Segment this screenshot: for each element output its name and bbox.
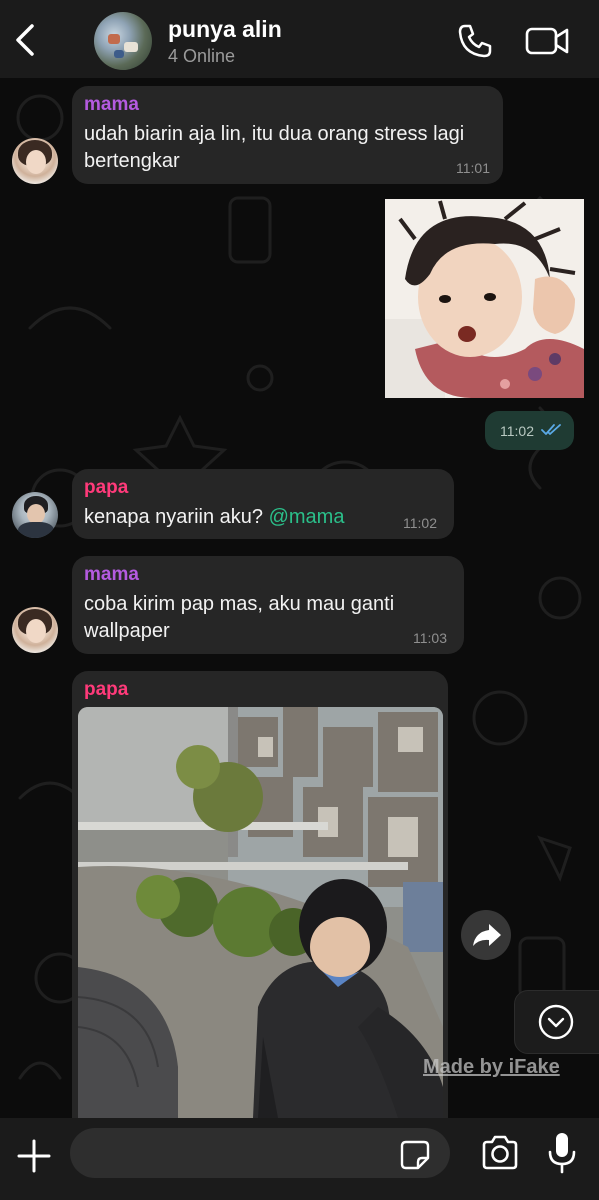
message-input[interactable]	[70, 1128, 450, 1178]
forward-icon	[473, 924, 501, 946]
voice-message-button[interactable]	[546, 1130, 578, 1176]
avatar-body	[18, 522, 54, 538]
watermark: Made by iFake	[423, 1056, 560, 1078]
outgoing-message-meta[interactable]: 11:02	[485, 411, 574, 450]
avatar-mama[interactable]	[12, 138, 58, 184]
message-text: coba kirim pap mas, aku mau ganti wallpa…	[84, 593, 395, 642]
outgoing-photo[interactable]	[385, 199, 584, 398]
back-button[interactable]	[10, 22, 42, 58]
plus-icon	[17, 1139, 51, 1173]
camera-icon	[482, 1135, 518, 1170]
video-icon	[525, 27, 569, 55]
sticker-button[interactable]	[398, 1138, 432, 1172]
message-bubble-mama[interactable]: mama coba kirim pap mas, aku mau ganti w…	[72, 556, 464, 654]
avatar-detail	[124, 42, 138, 52]
message-time: 11:02	[500, 423, 534, 439]
mention-link[interactable]: @mama	[269, 506, 345, 528]
chat-header: punya alin 4 Online	[0, 0, 599, 78]
avatar-face	[27, 504, 45, 524]
scroll-to-bottom-button[interactable]	[514, 990, 599, 1054]
incoming-photo[interactable]	[78, 707, 443, 1118]
papa-selfie-image	[78, 707, 443, 1118]
avatar-detail	[108, 34, 120, 44]
forward-button[interactable]	[461, 910, 511, 960]
message-time: 11:03	[413, 630, 447, 646]
message-input-bar	[0, 1118, 599, 1200]
avatar-detail	[114, 50, 124, 58]
avatar-papa[interactable]	[12, 492, 58, 538]
mic-icon	[548, 1133, 576, 1174]
avatar-face	[26, 150, 46, 174]
message-time: 11:02	[403, 515, 437, 531]
message-bubble-papa[interactable]: papa kenapa nyariin aku? @mama 11:02	[72, 469, 454, 539]
phone-icon	[458, 24, 492, 58]
sticker-icon	[400, 1140, 430, 1170]
camera-button[interactable]	[480, 1134, 520, 1172]
chat-online-status: 4 Online	[168, 46, 236, 66]
message-text: kenapa nyariin aku? @mama	[84, 504, 344, 531]
chevron-down-icon	[538, 1004, 574, 1040]
avatar-mama[interactable]	[12, 607, 58, 653]
message-body: kenapa nyariin aku?	[84, 506, 264, 528]
message-bubble-mama[interactable]: mama udah biarin aja lin, itu dua orang …	[72, 86, 503, 184]
back-icon	[16, 24, 34, 56]
voice-call-button[interactable]	[456, 22, 494, 60]
message-text: udah biarin aja lin, itu dua orang stres…	[84, 123, 465, 172]
chat-title[interactable]: punya alin	[168, 16, 282, 43]
sender-name: papa	[84, 477, 129, 498]
video-call-button[interactable]	[524, 24, 570, 58]
sender-name: papa	[84, 679, 129, 700]
attach-button[interactable]	[14, 1136, 54, 1176]
group-avatar[interactable]	[94, 12, 152, 70]
double-check-icon	[541, 424, 561, 435]
sender-name: mama	[84, 94, 139, 115]
baby-photo-image	[385, 199, 584, 398]
message-time: 11:01	[456, 160, 490, 176]
sender-name: mama	[84, 564, 139, 585]
avatar-face	[26, 619, 46, 643]
